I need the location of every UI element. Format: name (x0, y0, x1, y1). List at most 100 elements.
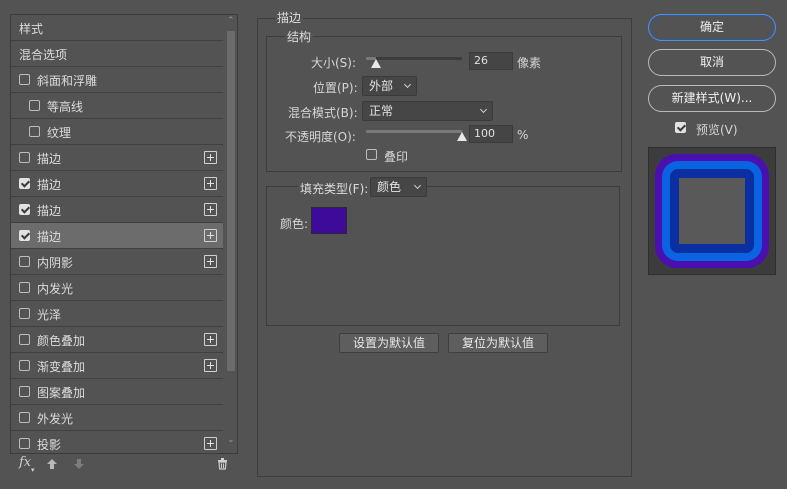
style-checkbox[interactable] (19, 360, 30, 371)
opacity-slider-thumb[interactable] (457, 132, 467, 141)
style-row[interactable]: 颜色叠加 (11, 327, 223, 353)
style-row[interactable]: 样式 (11, 15, 223, 41)
style-checkbox[interactable] (19, 282, 30, 293)
add-effect-icon[interactable] (204, 333, 217, 346)
add-effect-icon[interactable] (204, 437, 217, 450)
style-row-label: 斜面和浮雕 (37, 74, 98, 88)
add-effect-icon[interactable] (204, 359, 217, 372)
preview-thumbnail (648, 147, 776, 275)
overprint-checkbox[interactable] (366, 149, 377, 160)
fx-icon[interactable]: fx (19, 455, 31, 470)
chevron-down-icon (479, 105, 488, 114)
style-row-label: 颜色叠加 (37, 334, 86, 348)
add-effect-icon[interactable] (204, 203, 217, 216)
style-row[interactable]: 内阴影 (11, 249, 223, 275)
trash-icon[interactable] (216, 457, 229, 470)
size-unit: 像素 (517, 56, 542, 70)
chevron-down-icon (403, 80, 412, 89)
position-value: 外部 (369, 79, 394, 93)
style-row-label: 渐变叠加 (37, 360, 86, 374)
style-row[interactable]: 外发光 (11, 405, 223, 431)
style-row-label: 描边 (37, 230, 62, 244)
style-checkbox[interactable] (19, 230, 30, 241)
style-row[interactable]: 描边 (11, 223, 223, 249)
arrow-up-icon[interactable] (46, 458, 58, 470)
cancel-button[interactable]: 取消 (648, 49, 776, 76)
style-checkbox[interactable] (19, 204, 30, 215)
opacity-slider-fill (366, 130, 462, 133)
style-checkbox[interactable] (29, 100, 40, 111)
add-effect-icon[interactable] (204, 177, 217, 190)
style-checkbox[interactable] (19, 334, 30, 345)
style-row-label: 描边 (37, 204, 62, 218)
style-checkbox[interactable] (19, 386, 30, 397)
style-checkbox[interactable] (19, 256, 30, 267)
add-effect-icon[interactable] (204, 151, 217, 164)
fill-type-dropdown[interactable]: 颜色 (370, 177, 427, 197)
style-row-label: 内发光 (37, 282, 74, 296)
position-dropdown[interactable]: 外部 (362, 76, 417, 96)
style-checkbox[interactable] (19, 308, 30, 319)
style-row-label: 样式 (19, 22, 44, 36)
arrow-down-icon[interactable] (73, 458, 85, 470)
size-input[interactable]: 26 (469, 52, 513, 70)
ok-button[interactable]: 确定 (648, 14, 776, 41)
preview-checkbox[interactable] (675, 122, 686, 133)
blend-mode-label: 混合模式(B): (288, 106, 358, 120)
style-row-label: 混合选项 (19, 48, 68, 62)
style-row[interactable]: 光泽 (11, 301, 223, 327)
style-row[interactable]: 等高线 (11, 93, 223, 119)
style-checkbox[interactable] (19, 178, 30, 189)
scroll-down-icon[interactable]: ⌄ (227, 435, 235, 445)
style-row[interactable]: 渐变叠加 (11, 353, 223, 379)
style-row[interactable]: 投影 (11, 431, 223, 453)
style-row-label: 等高线 (47, 100, 84, 114)
style-row-label: 图案叠加 (37, 386, 86, 400)
new-style-button[interactable]: 新建样式(W)... (648, 85, 776, 112)
overprint-label: 叠印 (384, 150, 409, 164)
preview-label: 预览(V) (696, 123, 738, 137)
style-checkbox[interactable] (29, 126, 40, 137)
style-row[interactable]: 描边 (11, 171, 223, 197)
style-row-label: 外发光 (37, 412, 74, 426)
chevron-down-icon (413, 181, 422, 190)
structure-group-title: 结构 (285, 28, 314, 45)
style-row-label: 描边 (37, 178, 62, 192)
add-effect-icon[interactable] (204, 255, 217, 268)
style-checkbox[interactable] (19, 74, 30, 85)
blend-mode-dropdown[interactable]: 正常 (362, 101, 493, 121)
blend-mode-value: 正常 (369, 104, 394, 118)
fx-dropdown-icon[interactable]: ▾ (31, 466, 35, 474)
scrollbar-thumb[interactable] (227, 31, 235, 371)
style-row[interactable]: 描边 (11, 197, 223, 223)
style-row[interactable]: 描边 (11, 145, 223, 171)
styles-list-panel: 样式 混合选项 斜面和浮雕 等高线 纹理 描边 描边 描边 描边 内阴影 内发光 光泽 颜色叠加 渐变叠加… (10, 14, 238, 454)
styles-scrollbar[interactable]: ⌃ ⌄ (224, 15, 237, 453)
position-label: 位置(P): (313, 81, 358, 95)
scroll-up-icon[interactable]: ⌃ (227, 16, 235, 26)
style-checkbox[interactable] (19, 152, 30, 163)
style-row[interactable]: 纹理 (11, 119, 223, 145)
fill-type-label: 填充类型(F): (298, 180, 371, 197)
size-slider-thumb[interactable] (370, 59, 381, 68)
style-row-label: 光泽 (37, 308, 62, 322)
style-row[interactable]: 内发光 (11, 275, 223, 301)
style-row-label: 纹理 (47, 126, 72, 140)
add-effect-icon[interactable] (204, 229, 217, 242)
style-row-label: 投影 (37, 438, 62, 452)
fill-type-value: 颜色 (377, 180, 402, 194)
style-row-label: 描边 (37, 152, 62, 166)
opacity-slider[interactable] (366, 130, 462, 133)
style-row[interactable]: 图案叠加 (11, 379, 223, 405)
set-default-button[interactable]: 设置为默认值 (339, 333, 439, 353)
style-row[interactable]: 斜面和浮雕 (11, 67, 223, 93)
color-swatch[interactable] (311, 207, 347, 234)
opacity-input[interactable]: 100 (469, 125, 513, 143)
opacity-label: 不透明度(O): (285, 130, 356, 144)
style-checkbox[interactable] (19, 412, 30, 423)
style-checkbox[interactable] (19, 438, 30, 449)
stroke-section-title: 描边 (275, 9, 304, 26)
reset-default-button[interactable]: 复位为默认值 (448, 333, 548, 353)
style-row[interactable]: 混合选项 (11, 41, 223, 67)
size-label: 大小(S): (311, 56, 357, 70)
